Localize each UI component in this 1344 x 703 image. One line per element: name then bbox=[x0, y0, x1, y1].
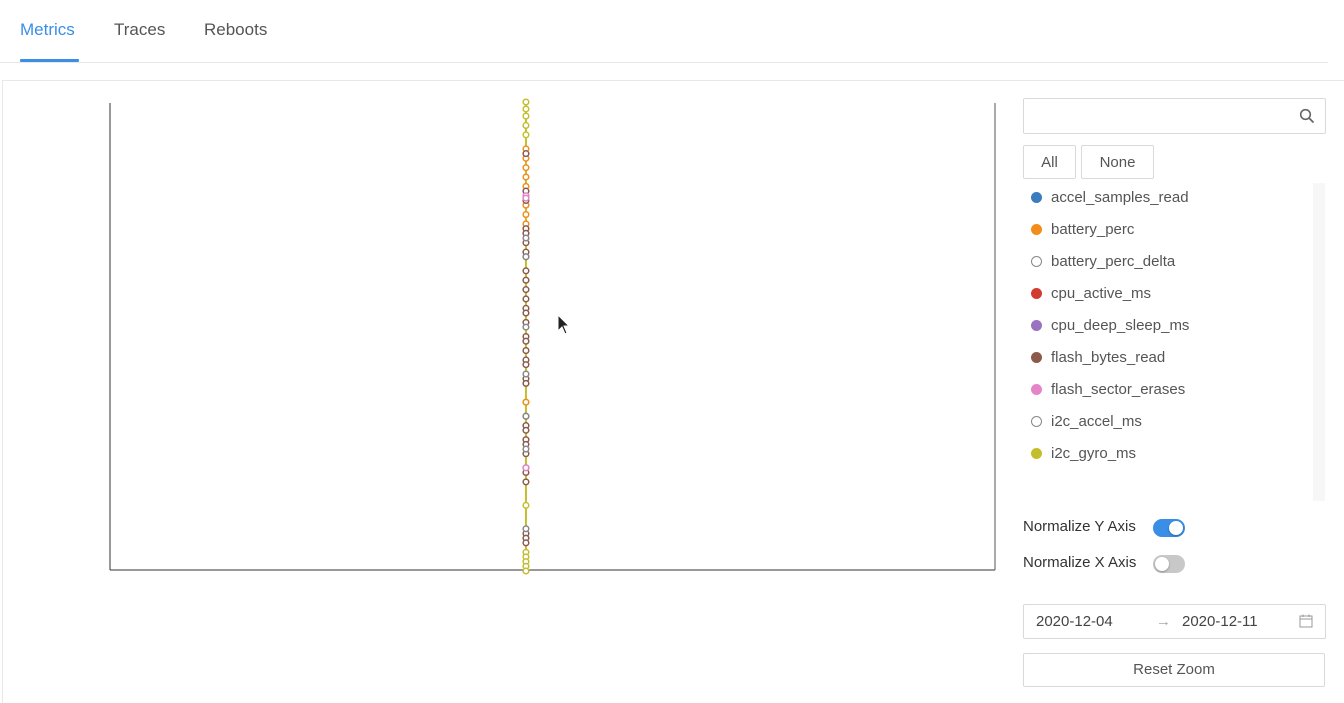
data-point-flash-bytes-read bbox=[522, 295, 530, 303]
data-point-flash-bytes-read bbox=[522, 286, 530, 294]
metric-item-label: cpu_active_ms bbox=[1051, 284, 1152, 302]
search-icon[interactable] bbox=[1299, 108, 1315, 124]
data-point-battery-perc-delta bbox=[522, 234, 530, 242]
data-point-flash-bytes-read bbox=[522, 276, 530, 284]
metric-item-label: battery_perc bbox=[1051, 220, 1135, 238]
data-point-flash-bytes-read bbox=[522, 337, 530, 345]
data-point-battery-perc bbox=[522, 211, 530, 219]
data-point-flash-bytes-read bbox=[522, 539, 530, 547]
normalize-x-switch[interactable] bbox=[1153, 555, 1185, 573]
data-point-flash-bytes-read bbox=[522, 478, 530, 486]
data-point-flash-bytes-read bbox=[522, 150, 530, 158]
data-point-flash-bytes-read bbox=[522, 347, 530, 355]
date-range-picker[interactable]: 2020-12-04 → 2020-12-11 bbox=[1023, 604, 1326, 639]
metric-item-battery-perc-delta[interactable]: battery_perc_delta bbox=[1031, 250, 1175, 272]
data-point-battery-perc bbox=[522, 164, 530, 172]
series-dot-icon bbox=[1031, 191, 1042, 203]
series-dot-icon bbox=[1031, 287, 1042, 299]
metric-item-cpu-active-ms[interactable]: cpu_active_ms bbox=[1031, 282, 1151, 304]
data-point-battery-perc-delta bbox=[522, 525, 530, 533]
metric-list: accel_samples_read battery_perc battery_pe… bbox=[1023, 183, 1325, 501]
metric-item-label: i2c_accel_ms bbox=[1051, 412, 1142, 430]
metrics-chart[interactable] bbox=[0, 0, 1000, 600]
data-point-flash-sector-erases bbox=[522, 194, 530, 202]
normalize-y-label: Normalize Y Axis bbox=[1023, 518, 1136, 535]
date-separator: → bbox=[1156, 613, 1171, 630]
reset-zoom-button[interactable]: Reset Zoom bbox=[1023, 653, 1325, 687]
data-point-flash-bytes-read bbox=[522, 267, 530, 275]
metric-item-battery-perc[interactable]: battery_perc bbox=[1031, 218, 1134, 240]
data-point-flash-bytes-read bbox=[522, 309, 530, 317]
series-dot-icon bbox=[1031, 351, 1042, 363]
metric-item-label: cpu_deep_sleep_ms bbox=[1051, 316, 1190, 334]
switch-knob bbox=[1155, 557, 1169, 571]
date-start[interactable]: 2020-12-04 bbox=[1036, 613, 1113, 630]
metric-list-scrollbar[interactable] bbox=[1313, 183, 1325, 501]
date-end[interactable]: 2020-12-11 bbox=[1182, 613, 1258, 630]
data-point-flash-bytes-read bbox=[522, 379, 530, 387]
calendar-icon[interactable] bbox=[1299, 614, 1313, 628]
series-dot-icon bbox=[1031, 383, 1042, 395]
data-point-battery-perc-delta bbox=[522, 253, 530, 261]
metric-item-flash-bytes-read[interactable]: flash_bytes_read bbox=[1031, 346, 1165, 368]
data-point-battery-perc-delta bbox=[522, 323, 530, 331]
series-dot-icon bbox=[1031, 319, 1042, 331]
data-point-flash-sector-erases bbox=[522, 464, 530, 472]
data-point-i2c-gyro-ms bbox=[522, 112, 530, 120]
data-point-battery-perc bbox=[522, 398, 530, 406]
series-dot-icon bbox=[1031, 255, 1042, 267]
metric-item-label: accel_samples_read bbox=[1051, 188, 1189, 206]
metric-item-flash-sector-erases[interactable]: flash_sector_erases bbox=[1031, 378, 1185, 400]
normalize-x-row: Normalize X Axis bbox=[1023, 554, 1136, 571]
mouse-cursor-icon bbox=[557, 314, 571, 335]
data-point-battery-perc-delta bbox=[522, 412, 530, 420]
normalize-y-row: Normalize Y Axis bbox=[1023, 518, 1136, 535]
data-point-i2c-gyro-ms bbox=[522, 131, 530, 139]
metric-item-i2c-accel-ms[interactable]: i2c_accel_ms bbox=[1031, 410, 1142, 432]
data-point-battery-perc-delta bbox=[522, 370, 530, 378]
metric-item-i2c-gyro-ms[interactable]: i2c_gyro_ms bbox=[1031, 442, 1136, 464]
normalize-x-label: Normalize X Axis bbox=[1023, 554, 1137, 571]
data-point-i2c-gyro-ms bbox=[522, 98, 530, 106]
data-point-flash-bytes-read bbox=[522, 361, 530, 369]
metric-search-input[interactable] bbox=[1023, 98, 1326, 134]
select-none-button[interactable]: None bbox=[1081, 145, 1154, 179]
series-dot-icon bbox=[1031, 447, 1042, 459]
data-point-flash-bytes-read bbox=[522, 426, 530, 434]
data-point-i2c-gyro-ms bbox=[522, 567, 530, 575]
series-dot-icon bbox=[1031, 223, 1042, 235]
series-dot-icon bbox=[1031, 415, 1042, 427]
metric-item-label: battery_perc_delta bbox=[1051, 252, 1176, 270]
metric-item-label: flash_bytes_read bbox=[1051, 348, 1166, 366]
normalize-y-switch[interactable] bbox=[1153, 519, 1185, 537]
data-point-i2c-gyro-ms bbox=[522, 105, 530, 113]
switch-knob bbox=[1169, 521, 1183, 535]
metric-item-accel-samples-read[interactable]: accel_samples_read bbox=[1031, 186, 1189, 208]
data-point-i2c-gyro-ms bbox=[522, 121, 530, 129]
metric-item-label: i2c_gyro_ms bbox=[1051, 444, 1137, 462]
data-point-i2c-gyro-ms bbox=[522, 501, 530, 509]
metric-item-cpu-deep-sleep-ms[interactable]: cpu_deep_sleep_ms bbox=[1031, 314, 1189, 336]
metric-item-label: flash_sector_erases bbox=[1051, 380, 1186, 398]
data-point-battery-perc bbox=[522, 173, 530, 181]
select-all-button[interactable]: All bbox=[1023, 145, 1076, 179]
data-point-battery-perc-delta bbox=[522, 445, 530, 453]
